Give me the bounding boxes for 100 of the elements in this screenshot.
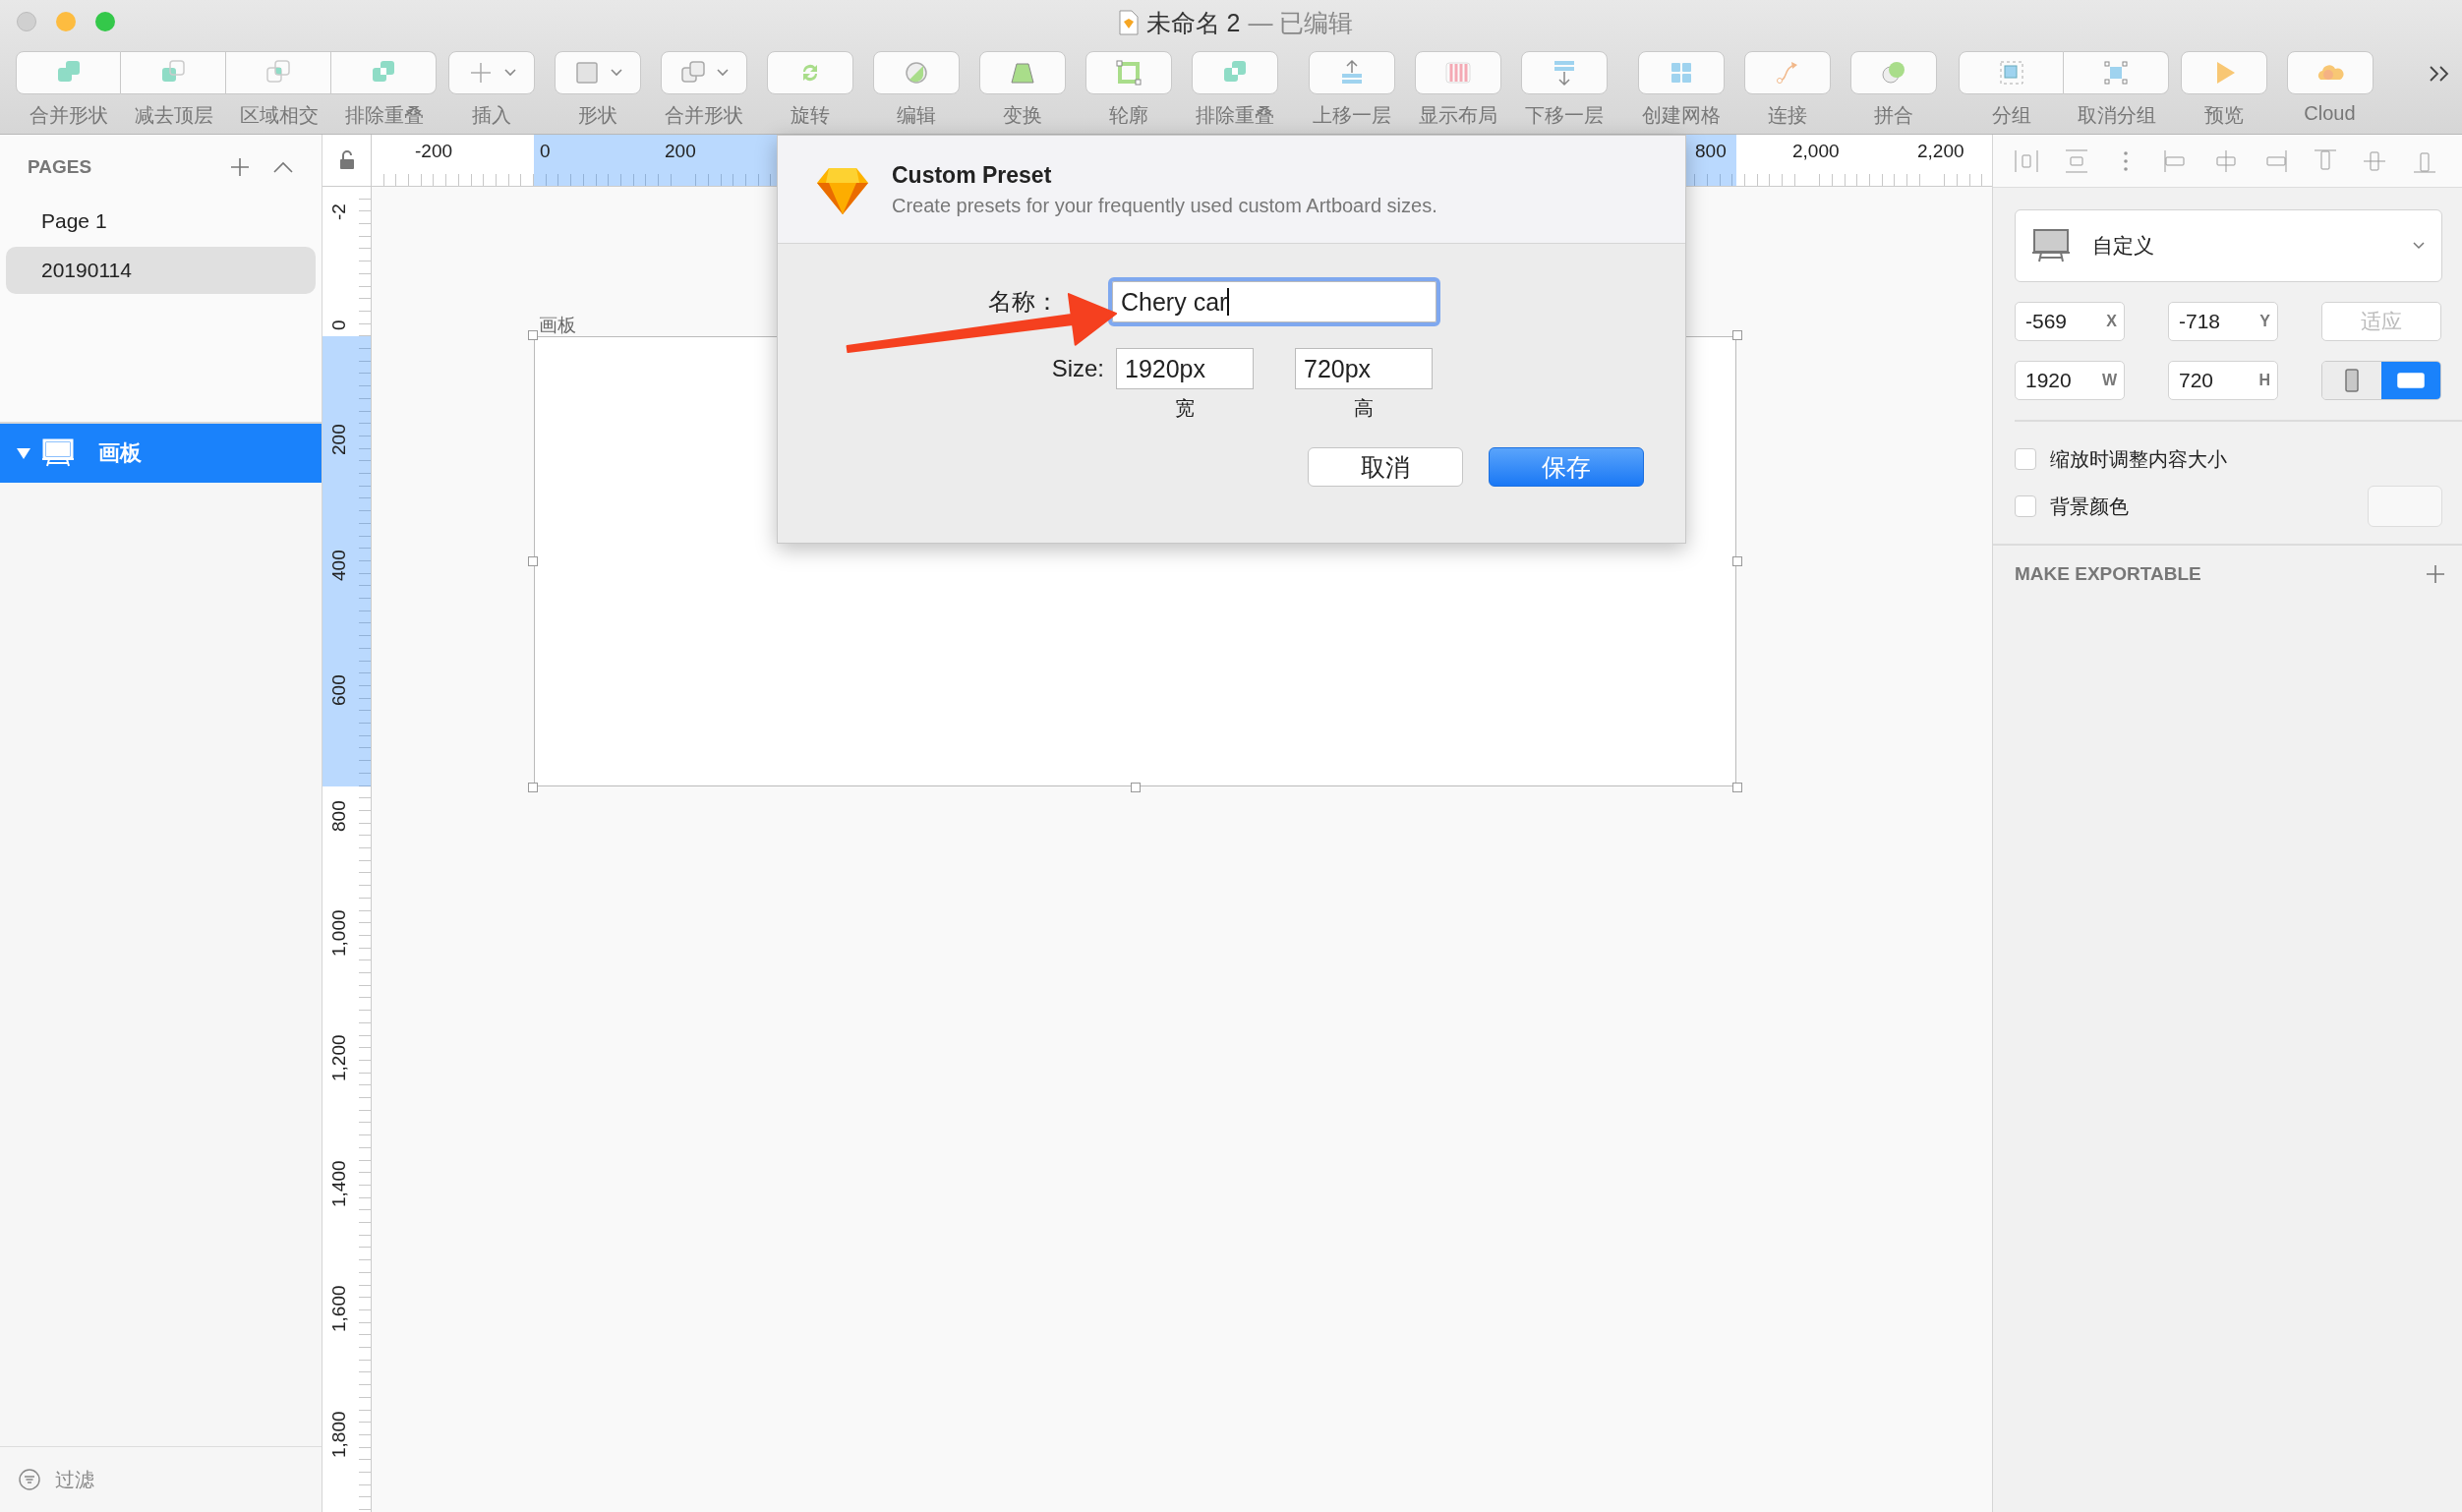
cancel-button[interactable]: 取消 [1308,447,1463,487]
filter-icon [18,1468,41,1491]
artboard-label: 画板 [539,314,576,337]
toolbar-label: 取消分组 [2077,103,2156,128]
collapse-icon[interactable] [272,160,294,174]
toolbar-button[interactable] [1959,51,2064,94]
resize-handle[interactable] [528,330,538,340]
outline-square-icon [1113,58,1143,87]
toolbar-button[interactable] [978,51,1066,94]
number-field[interactable]: -718 Y [2168,302,2278,341]
toolbar-button[interactable] [872,51,960,94]
toolbar-button[interactable] [2180,51,2267,94]
ruler-label: 1,200 [328,1034,350,1082]
toolbar-label: 排除重叠 [1195,103,1274,128]
landscape-button[interactable] [2381,362,2440,399]
toolbar-button[interactable] [1520,51,1608,94]
toolbar-button[interactable] [1743,51,1831,94]
toolbar-button[interactable] [331,51,437,94]
ruler-label: -200 [415,141,453,162]
layer-item[interactable]: 画板 [0,424,322,483]
resize-handle[interactable] [1732,783,1742,792]
toolbar-label: 轮廓 [1108,103,1148,128]
toolbar-label: 连接 [1767,103,1807,128]
size-label: Size: [1050,354,1105,383]
toolbar-button[interactable] [226,51,331,94]
toolbar-label: Cloud [2304,102,2356,125]
number-field[interactable]: 1920 W [2015,361,2125,400]
ruler-label: -2 [328,204,350,220]
page-item[interactable]: 20190114 [6,247,316,294]
checkbox[interactable] [2015,495,2036,517]
overflow-icon[interactable] [2429,65,2450,83]
orientation-toggle[interactable] [2321,361,2441,400]
ruler-label: 800 [328,799,350,832]
lock-icon[interactable] [338,150,355,170]
toolbar-button[interactable] [2286,51,2374,94]
close-button[interactable] [17,12,36,31]
color-well[interactable] [2368,486,2442,527]
chevron-down-icon [2412,241,2426,251]
add-icon[interactable] [229,156,251,178]
toolbar-label: 合并形状 [29,103,108,128]
toolbar-button[interactable] [1084,51,1172,94]
toolbar-label: 旋转 [790,103,830,128]
toolbar-label: 排除重叠 [344,103,424,128]
toolbar-button[interactable] [2064,51,2169,94]
name-label: 名称： [987,287,1060,317]
number-field[interactable]: 720 H [2168,361,2278,400]
width-field[interactable]: 1920px [1116,348,1254,389]
preset-dropdown[interactable]: 自定义 [2015,209,2442,282]
toolbar-button[interactable] [1637,51,1725,94]
document-icon [1118,10,1139,35]
ruler-label: 0 [540,141,551,162]
resize-handle[interactable] [1732,556,1742,566]
height-field[interactable]: 720px [1295,348,1433,389]
toolbar-label: 编辑 [896,103,936,128]
toolbar-label: 下移一层 [1524,103,1604,128]
resize-handle[interactable] [528,783,538,792]
ruler-label: 0 [328,320,350,330]
page-item[interactable]: Page 1 [6,198,316,245]
field-caption: 宽 [1175,396,1195,421]
caret-icon [715,68,730,78]
toolbar-label: 上移一层 [1312,103,1391,128]
zoom-button[interactable] [95,12,115,31]
toolbar-button[interactable] [1191,51,1278,94]
toolbar-button[interactable] [766,51,853,94]
toolbar-button[interactable] [1308,51,1395,94]
landscape-icon [2397,373,2425,388]
add-icon[interactable] [2425,563,2446,585]
ruler-label: 800 [1695,141,1727,162]
toolbar-button[interactable] [1414,51,1501,94]
window-title: 未命名 2 [1145,7,1241,38]
toolbar-button[interactable] [1849,51,1937,94]
dropdown-button[interactable] [660,51,747,94]
artboard-icon [2031,228,2071,263]
toolbar-label: 预览 [2203,103,2244,128]
dropdown-button[interactable] [447,51,535,94]
toolbar-label: 分组 [1991,103,2031,128]
toolbar-label: 插入 [471,103,511,128]
ungroup-icon [2101,58,2131,87]
number-field[interactable]: -569 X [2015,302,2125,341]
ruler-label: 200 [665,141,696,162]
toolbar-label: 显示布局 [1418,103,1497,128]
ruler-label: 1,600 [328,1285,350,1333]
resize-handle[interactable] [1130,783,1141,792]
ruler-label: 600 [328,674,350,707]
minimize-button[interactable] [56,12,76,31]
dropdown-button[interactable] [554,51,641,94]
toolbar-label: 形状 [577,103,617,128]
toolbar-button[interactable] [121,51,226,94]
toolbar-label: 减去顶层 [134,103,213,128]
resize-handle[interactable] [1732,330,1742,340]
disclosure-triangle-icon[interactable] [16,445,31,461]
toolbar-label: 区域相交 [239,103,319,128]
pages-header: PAGES [28,156,93,178]
portrait-button[interactable] [2322,362,2381,399]
resize-handle[interactable] [528,556,538,566]
checkbox[interactable] [2015,448,2036,470]
toolbar-button[interactable] [16,51,121,94]
text-cursor [1227,288,1230,316]
ruler-label: 200 [328,424,350,456]
checkbox-label: 缩放时调整内容大小 [2050,446,2228,472]
